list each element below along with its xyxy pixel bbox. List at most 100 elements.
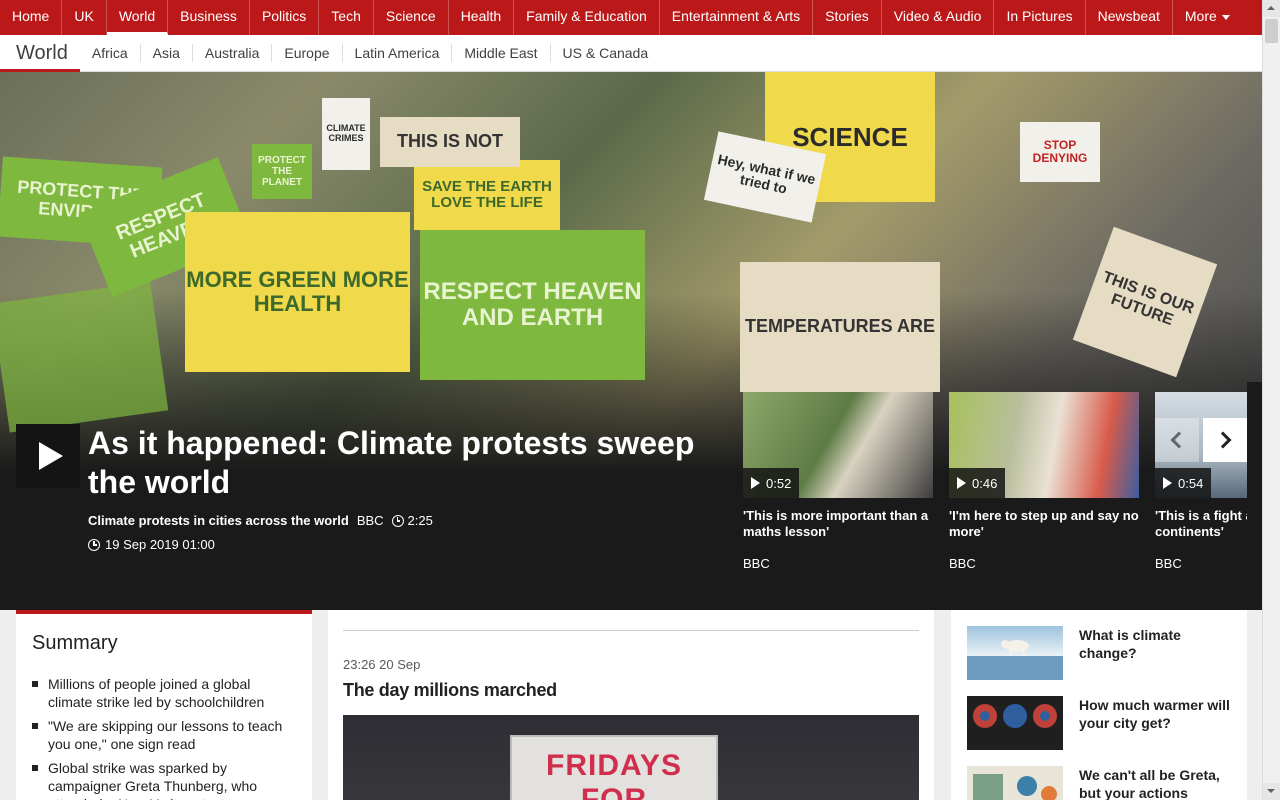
nav-home[interactable]: Home xyxy=(0,0,63,35)
related-thumbnail[interactable] xyxy=(967,766,1063,800)
nav-uk[interactable]: UK xyxy=(62,0,107,35)
hero-section: PROTECT THE ENVIRON RESPECT HEAVEN MORE … xyxy=(0,72,1262,610)
hero-date-text: 19 Sep 2019 01:00 xyxy=(105,537,215,552)
illustration-icon xyxy=(973,774,1057,800)
summary-list: Millions of people joined a global clima… xyxy=(32,675,296,800)
hero-duration: 2:25 xyxy=(407,513,433,528)
video-card[interactable]: 0:52 'This is more important than a math… xyxy=(743,392,933,571)
scroll-up-icon[interactable] xyxy=(1263,0,1280,17)
protest-sign: STOP DENYING xyxy=(1020,122,1100,182)
hero-date: 19 Sep 2019 01:00 xyxy=(88,537,215,552)
video-source: BBC xyxy=(1155,556,1182,571)
hero-source: BBC xyxy=(356,513,384,528)
nav-politics[interactable]: Politics xyxy=(250,0,320,35)
protest-sign xyxy=(0,281,169,433)
section-navigation: World Africa Asia Australia Europe Latin… xyxy=(0,35,1262,72)
top-navigation: Home UK World Business Politics Tech Sci… xyxy=(0,0,1262,35)
nav-more[interactable]: More xyxy=(1173,0,1242,35)
post-timestamp: 23:26 20 Sep xyxy=(343,657,421,672)
related-story[interactable]: How much warmer will your city get? xyxy=(967,696,1231,750)
video-card[interactable]: 0:46 'I'm here to step up and say no mor… xyxy=(949,392,1139,571)
summary-item: Millions of people joined a global clima… xyxy=(32,675,296,711)
caret-down-icon xyxy=(1221,14,1230,20)
protest-sign: SAVE THE EARTH LOVE THE LIFE xyxy=(414,160,560,230)
nav-newsbeat[interactable]: Newsbeat xyxy=(1086,0,1173,35)
play-icon xyxy=(1163,477,1172,489)
video-thumbnail[interactable]: 0:52 xyxy=(743,392,933,498)
nav-in-pictures[interactable]: In Pictures xyxy=(994,0,1086,35)
subnav-australia[interactable]: Australia xyxy=(191,44,271,62)
carousel-next-button[interactable] xyxy=(1203,418,1247,462)
divider xyxy=(343,630,919,631)
video-title[interactable]: 'This is a fight across continents' xyxy=(1155,508,1262,542)
protest-sign: CLIMATE CRIMES xyxy=(322,98,370,170)
video-duration: 0:46 xyxy=(972,475,998,491)
nav-video-audio[interactable]: Video & Audio xyxy=(882,0,995,35)
subnav-asia[interactable]: Asia xyxy=(139,44,192,62)
clock-icon xyxy=(391,514,404,527)
nav-tech[interactable]: Tech xyxy=(319,0,374,35)
subnav-europe[interactable]: Europe xyxy=(271,44,341,62)
video-duration-badge: 0:52 xyxy=(743,468,800,498)
play-icon xyxy=(751,477,760,489)
related-stories: What is climate change? How much warmer … xyxy=(951,610,1247,800)
summary-panel: Summary Millions of people joined a glob… xyxy=(16,610,312,800)
section-title[interactable]: World xyxy=(0,35,80,72)
post-image-sign: FRIDAYS FOR xyxy=(510,735,718,800)
video-duration: 0:54 xyxy=(1178,475,1204,491)
subnav-africa[interactable]: Africa xyxy=(80,44,140,62)
related-story[interactable]: We can't all be Greta, but your actions xyxy=(967,766,1231,800)
page-scrollbar[interactable] xyxy=(1262,0,1280,800)
carousel-prev-button[interactable] xyxy=(1155,418,1199,462)
related-title[interactable]: We can't all be Greta, but your actions xyxy=(1079,766,1231,800)
nav-stories[interactable]: Stories xyxy=(813,0,882,35)
hero-subtitle: Climate protests in cities across the wo… xyxy=(88,513,349,528)
scroll-down-icon[interactable] xyxy=(1263,783,1280,800)
subnav-us-canada[interactable]: US & Canada xyxy=(549,44,661,62)
video-title[interactable]: 'This is more important than a maths les… xyxy=(743,508,933,542)
related-title[interactable]: What is climate change? xyxy=(1079,626,1231,680)
summary-heading: Summary xyxy=(32,632,118,654)
related-title[interactable]: How much warmer will your city get? xyxy=(1079,696,1231,750)
polar-bear-icon xyxy=(967,640,1063,680)
protest-sign: TEMPERATURES ARE xyxy=(740,262,940,392)
protest-sign: THIS IS OUR FUTURE xyxy=(1072,226,1218,378)
globes-icon xyxy=(973,704,1057,728)
protest-sign: RESPECT HEAVEN AND EARTH xyxy=(420,230,645,380)
live-feed: 23:26 20 Sep The day millions marched FR… xyxy=(328,610,934,800)
related-thumbnail[interactable] xyxy=(967,626,1063,680)
video-source: BBC xyxy=(743,556,770,571)
summary-item: "We are skipping our lessons to teach yo… xyxy=(32,717,296,753)
protest-sign: THIS IS NOT xyxy=(380,117,520,167)
clock-icon xyxy=(88,538,100,551)
related-thumbnail[interactable] xyxy=(967,696,1063,750)
nav-business[interactable]: Business xyxy=(168,0,250,35)
video-duration-badge: 0:54 xyxy=(1155,468,1212,498)
protest-sign: MORE GREEN MORE HEALTH xyxy=(185,212,410,372)
scrollbar-thumb[interactable] xyxy=(1265,19,1278,43)
carousel-mask xyxy=(1247,382,1262,582)
video-duration-badge: 0:46 xyxy=(949,468,1006,498)
subnav-middle-east[interactable]: Middle East xyxy=(451,44,549,62)
chevron-right-icon xyxy=(1214,431,1232,449)
related-story[interactable]: What is climate change? xyxy=(967,626,1231,680)
protest-sign: PROTECT THE PLANET xyxy=(252,144,312,199)
video-thumbnail[interactable]: 0:46 xyxy=(949,392,1139,498)
nav-world[interactable]: World xyxy=(106,0,169,35)
nav-health[interactable]: Health xyxy=(449,0,515,35)
video-duration: 0:52 xyxy=(766,475,792,491)
chevron-left-icon xyxy=(1170,431,1188,449)
play-icon xyxy=(957,477,966,489)
hero-play-button[interactable] xyxy=(16,424,80,488)
hero-meta: Climate protests in cities across the wo… xyxy=(88,513,433,528)
nav-entertainment-arts[interactable]: Entertainment & Arts xyxy=(660,0,814,35)
hero-headline[interactable]: As it happened: Climate protests sweep t… xyxy=(88,424,728,502)
post-headline: The day millions marched xyxy=(343,680,557,700)
post-image[interactable]: FRIDAYS FOR xyxy=(343,715,919,800)
video-source: BBC xyxy=(949,556,976,571)
video-title[interactable]: 'I'm here to step up and say no more' xyxy=(949,508,1139,542)
nav-more-label: More xyxy=(1184,8,1217,24)
nav-science[interactable]: Science xyxy=(374,0,449,35)
nav-family-education[interactable]: Family & Education xyxy=(514,0,660,35)
subnav-latin-america[interactable]: Latin America xyxy=(341,44,452,62)
